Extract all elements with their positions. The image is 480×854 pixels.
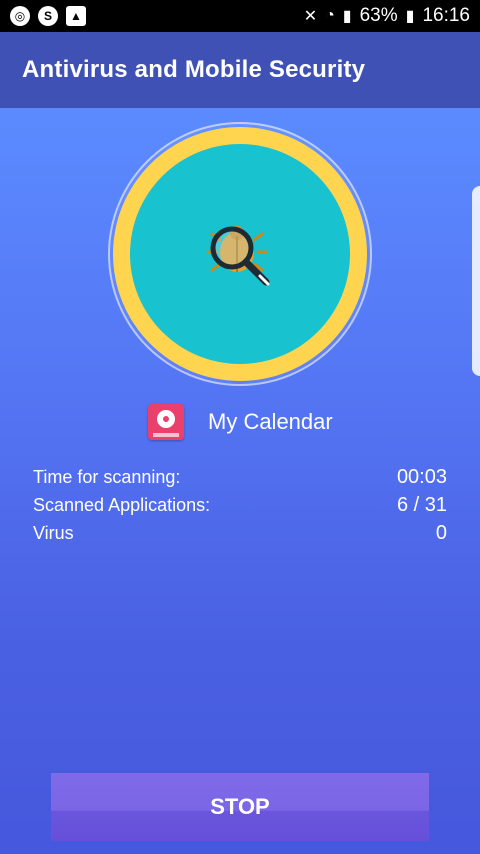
signal-icon: ▮ [342,8,352,25]
stat-value: 00:03 [396,465,447,488]
battery-icon: ▮ [405,8,415,25]
scan-stats: Time for scanning: 00:03 Scanned Applica… [33,463,447,547]
mute-icon: ✕ [303,8,318,25]
current-scanned-app: My Calendar [148,403,333,441]
stat-value: 6 / 31 [396,493,447,516]
wifi-icon: ◔ [325,7,335,24]
chrome-icon: ◎ [10,6,30,26]
scan-screen: My Calendar Time for scanning: 00:03 Sca… [0,108,480,854]
stat-label: Virus [33,522,74,543]
calendar-flower-icon [148,404,184,440]
status-bar: ◎ S ▲ ✕ ◔ ▮ 63% ▮ 16:16 [0,0,480,32]
bug-magnifier-icon [206,226,270,286]
gallery-icon: ▲ [66,6,86,26]
app-title: Antivirus and Mobile Security [22,56,366,83]
edge-panel-handle[interactable] [472,186,480,376]
stat-row-time: Time for scanning: 00:03 [33,463,447,491]
current-app-name: My Calendar [208,409,333,434]
stat-value: 0 [435,521,447,544]
stat-label: Time for scanning: [33,466,181,487]
stop-button[interactable]: STOP [51,773,429,841]
app-bar: Antivirus and Mobile Security [0,32,480,108]
status-bar-notifications: ◎ S ▲ [10,6,86,26]
battery-percent: 63% [359,5,398,26]
stat-label: Scanned Applications: [33,494,211,515]
stat-row-scanned: Scanned Applications: 6 / 31 [33,491,447,519]
status-bar-system: ✕ ◔ ▮ 63% ▮ 16:16 [304,5,470,27]
skype-icon: S [38,6,58,26]
stat-row-virus: Virus 0 [33,519,447,547]
clock: 16:16 [422,5,470,26]
